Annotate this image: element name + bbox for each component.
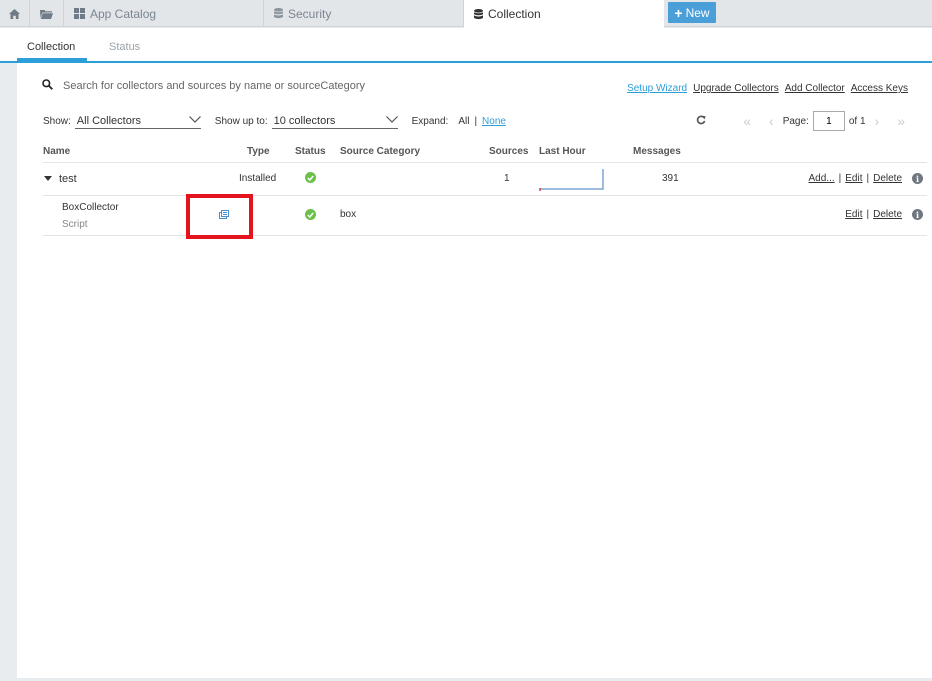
source-subtype: Script (62, 219, 88, 230)
expand-caret-icon[interactable] (44, 176, 52, 181)
new-button-label: New (685, 5, 710, 20)
page-total: of 1 (848, 115, 866, 127)
header-sources[interactable]: Sources (489, 146, 528, 157)
home-tab[interactable] (0, 0, 30, 27)
access-keys-link[interactable]: Access Keys (851, 83, 908, 94)
info-icon[interactable]: i (912, 209, 923, 220)
subtab-collection[interactable]: Collection (27, 41, 75, 53)
page-number-input[interactable] (812, 111, 845, 131)
grid-icon (74, 8, 85, 19)
active-subtab-indicator (17, 58, 87, 62)
tab-collection[interactable]: Collection (464, 0, 664, 28)
search-icon (42, 79, 53, 93)
database-icon (274, 8, 283, 19)
header-source-category[interactable]: Source Category (340, 146, 420, 157)
info-icon[interactable]: i (912, 173, 923, 184)
table-header: Name Type Status Source Category Sources… (43, 143, 927, 163)
prev-page-icon[interactable]: ‹ (769, 113, 774, 129)
show-label: Show: (43, 115, 71, 127)
source-name: BoxCollector (62, 202, 119, 213)
collector-sources: 1 (504, 173, 510, 184)
top-tab-bar: App Catalog Security Collection + New (0, 0, 932, 28)
tab-security[interactable]: Security (264, 0, 464, 27)
header-name[interactable]: Name (43, 146, 70, 157)
show-up-to-select[interactable]: 10 collectors (271, 113, 398, 129)
header-messages[interactable]: Messages (633, 146, 681, 157)
source-category: box (340, 209, 357, 220)
header-type[interactable]: Type (247, 146, 270, 157)
show-up-to-label: Show up to: (214, 115, 268, 127)
folder-icon (40, 9, 53, 19)
upgrade-collectors-link[interactable]: Upgrade Collectors (693, 83, 779, 94)
last-page-icon[interactable]: » (897, 113, 905, 129)
new-button[interactable]: + New (668, 2, 716, 23)
tab-label: App Catalog (90, 6, 157, 21)
chevron-down-icon (188, 115, 201, 126)
delete-collector-link[interactable]: Delete (873, 173, 902, 184)
add-collector-link[interactable]: Add Collector (785, 83, 845, 94)
refresh-icon[interactable] (696, 114, 706, 128)
first-page-icon[interactable]: « (743, 113, 751, 129)
chevron-down-icon (385, 115, 398, 126)
show-up-to-value: 10 collectors (273, 114, 336, 127)
expand-label: Expand: (411, 115, 449, 127)
tab-label: Security (288, 6, 332, 21)
collector-type: Installed (239, 173, 277, 184)
sub-tab-bar: Collection Status (0, 28, 932, 63)
header-status[interactable]: Status (295, 146, 326, 157)
table-row-source[interactable]: BoxCollector Script box Edit | Delete i (43, 196, 927, 236)
plus-icon: + (674, 4, 683, 21)
tab-label: Collection (488, 7, 541, 21)
collector-messages: 391 (662, 173, 679, 184)
status-ok-icon (305, 172, 316, 183)
expand-all-link[interactable]: All (458, 116, 469, 127)
highlight-annotation-box (186, 194, 253, 239)
pagination: « ‹ Page: of 1 › » (696, 111, 914, 131)
collector-name: test (59, 173, 77, 185)
action-separator: | (838, 173, 842, 184)
filter-bar: Show: All Collectors Show up to: 10 coll… (43, 113, 506, 129)
home-icon (9, 8, 20, 19)
collector-actions: Add... | Edit | Delete i (809, 173, 923, 184)
table-row-collector[interactable]: test Installed 1 391 Add... | Edit | Del… (43, 163, 927, 196)
action-separator: | (866, 173, 870, 184)
action-links: Setup Wizard Upgrade Collectors Add Coll… (627, 83, 908, 94)
collection-panel: Setup Wizard Upgrade Collectors Add Coll… (17, 63, 932, 678)
header-last-hour[interactable]: Last Hour (539, 146, 586, 157)
edit-source-link[interactable]: Edit (845, 209, 862, 220)
action-separator: | (866, 209, 870, 220)
search-input[interactable] (63, 80, 483, 92)
status-ok-icon (305, 209, 316, 220)
source-actions: Edit | Delete i (845, 209, 923, 220)
delete-source-link[interactable]: Delete (873, 209, 902, 220)
edit-collector-link[interactable]: Edit (845, 173, 862, 184)
show-select[interactable]: All Collectors (74, 113, 201, 129)
expand-separator: | (474, 115, 478, 127)
add-source-link[interactable]: Add... (809, 173, 835, 184)
show-select-value: All Collectors (76, 114, 141, 127)
setup-wizard-link[interactable]: Setup Wizard (627, 83, 687, 94)
last-hour-sparkline (539, 169, 604, 191)
expand-none-link[interactable]: None (482, 116, 506, 127)
tab-app-catalog[interactable]: App Catalog (64, 0, 264, 27)
subtab-status[interactable]: Status (109, 41, 140, 53)
search-bar (42, 79, 483, 93)
next-page-icon[interactable]: › (875, 113, 880, 129)
library-tab[interactable] (30, 0, 64, 27)
database-icon (474, 8, 483, 20)
page-label: Page: (782, 115, 809, 127)
